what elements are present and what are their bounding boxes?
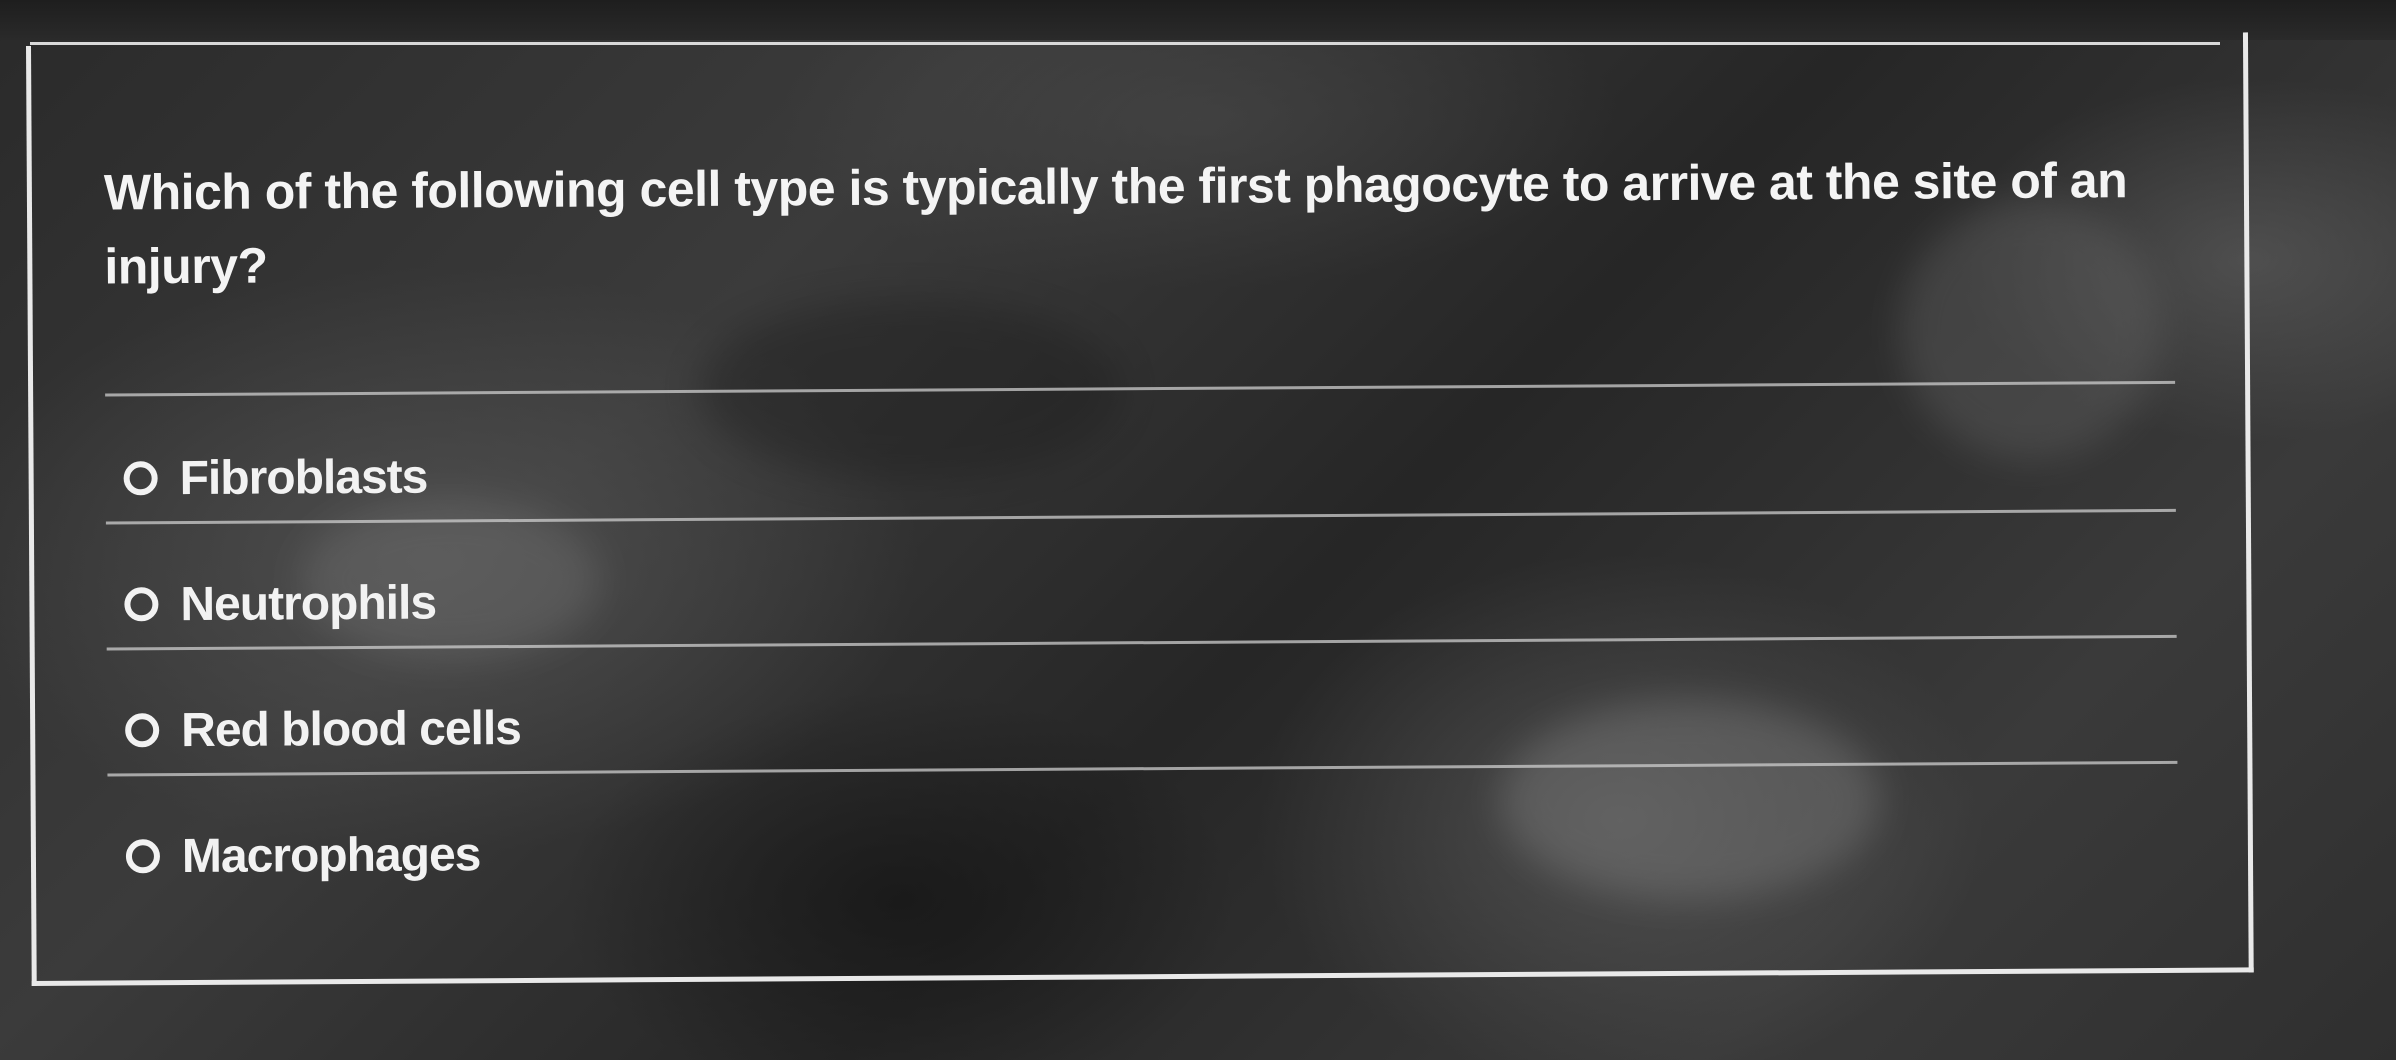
option-macrophages[interactable]: Macrophages xyxy=(125,819,481,891)
option-label: Fibroblasts xyxy=(179,450,428,505)
option-label: Red blood cells xyxy=(181,701,522,757)
question-text: Which of the following cell type is typi… xyxy=(103,152,2128,295)
radio-button[interactable] xyxy=(124,587,159,622)
option-neutrophils[interactable]: Neutrophils xyxy=(124,568,436,640)
divider xyxy=(105,380,2176,397)
option-label: Macrophages xyxy=(181,827,481,883)
question-card: Which of the following cell type is typi… xyxy=(26,32,2254,986)
option-fibroblasts[interactable]: Fibroblasts xyxy=(123,442,428,514)
option-label: Neutrophils xyxy=(180,576,437,631)
radio-button[interactable] xyxy=(125,839,161,874)
radio-button[interactable] xyxy=(125,713,160,748)
option-red-blood-cells[interactable]: Red blood cells xyxy=(125,693,521,765)
radio-button[interactable] xyxy=(123,461,158,496)
